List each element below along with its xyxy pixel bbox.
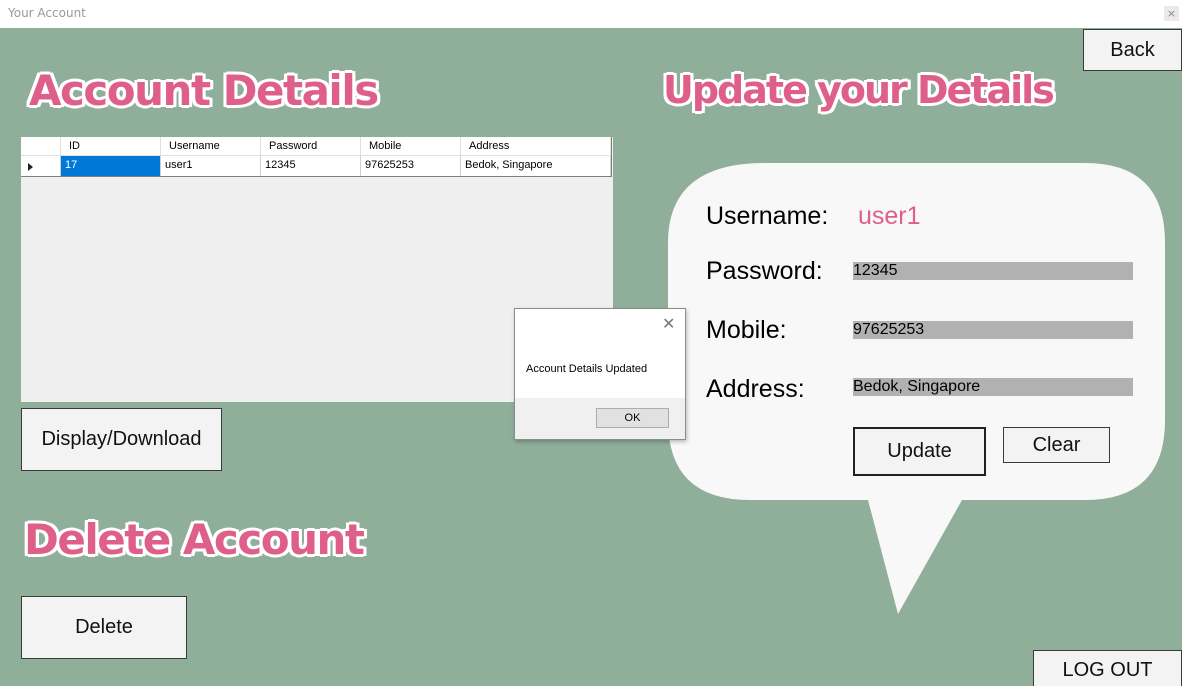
current-row-arrow-icon bbox=[28, 163, 33, 171]
update-button[interactable]: Update bbox=[853, 427, 986, 476]
cell-mobile[interactable]: 97625253 bbox=[361, 156, 461, 176]
display-download-label: Display/Download bbox=[41, 428, 202, 450]
delete-label: Delete bbox=[75, 616, 133, 638]
clear-button[interactable]: Clear bbox=[1003, 427, 1110, 463]
password-label: Password: bbox=[706, 257, 823, 285]
update-details-heading: Update your Details bbox=[663, 68, 1055, 112]
column-header-id[interactable]: ID bbox=[61, 137, 161, 156]
cell-id[interactable]: 17 bbox=[61, 156, 161, 176]
delete-button[interactable]: Delete bbox=[21, 596, 187, 659]
column-header-username[interactable]: Username bbox=[161, 137, 261, 156]
back-button-label: Back bbox=[1110, 38, 1155, 61]
ok-button[interactable]: OK bbox=[596, 408, 669, 428]
logout-label: LOG OUT bbox=[1062, 659, 1153, 681]
column-header-address[interactable]: Address bbox=[461, 137, 611, 156]
message-box-footer: OK bbox=[515, 398, 685, 439]
window-titlebar: Your Account × bbox=[0, 0, 1182, 28]
grid-table: ID Username Password Mobile Address 17 u… bbox=[21, 137, 612, 177]
username-label: Username: bbox=[706, 202, 829, 230]
window-close-button[interactable]: × bbox=[1164, 6, 1179, 21]
address-label: Address: bbox=[706, 375, 805, 403]
column-header-mobile[interactable]: Mobile bbox=[361, 137, 461, 156]
display-download-button[interactable]: Display/Download bbox=[21, 408, 222, 471]
cell-password[interactable]: 12345 bbox=[261, 156, 361, 176]
username-value: user1 bbox=[858, 202, 921, 230]
mobile-field[interactable] bbox=[853, 321, 1133, 339]
address-field[interactable] bbox=[853, 378, 1133, 396]
mobile-label: Mobile: bbox=[706, 316, 787, 344]
client-area: Back Account Details Update your Details… bbox=[0, 28, 1182, 686]
password-field[interactable] bbox=[853, 262, 1133, 280]
row-header[interactable] bbox=[21, 156, 61, 176]
message-box-close-icon[interactable]: ✕ bbox=[662, 314, 675, 333]
update-label: Update bbox=[887, 440, 952, 462]
message-box-dialog: ✕ Account Details Updated OK bbox=[514, 308, 686, 440]
clear-label: Clear bbox=[1032, 433, 1081, 456]
cell-username[interactable]: user1 bbox=[161, 156, 261, 176]
cell-address[interactable]: Bedok, Singapore bbox=[461, 156, 611, 176]
grid-row-header-corner bbox=[21, 137, 61, 156]
delete-account-heading: Delete Account bbox=[24, 515, 365, 564]
column-header-password[interactable]: Password bbox=[261, 137, 361, 156]
account-details-heading: Account Details bbox=[29, 66, 379, 115]
logout-button[interactable]: LOG OUT bbox=[1033, 650, 1182, 686]
back-button[interactable]: Back bbox=[1083, 29, 1182, 71]
window-title: Your Account bbox=[8, 6, 86, 20]
message-box-text: Account Details Updated bbox=[526, 363, 648, 375]
